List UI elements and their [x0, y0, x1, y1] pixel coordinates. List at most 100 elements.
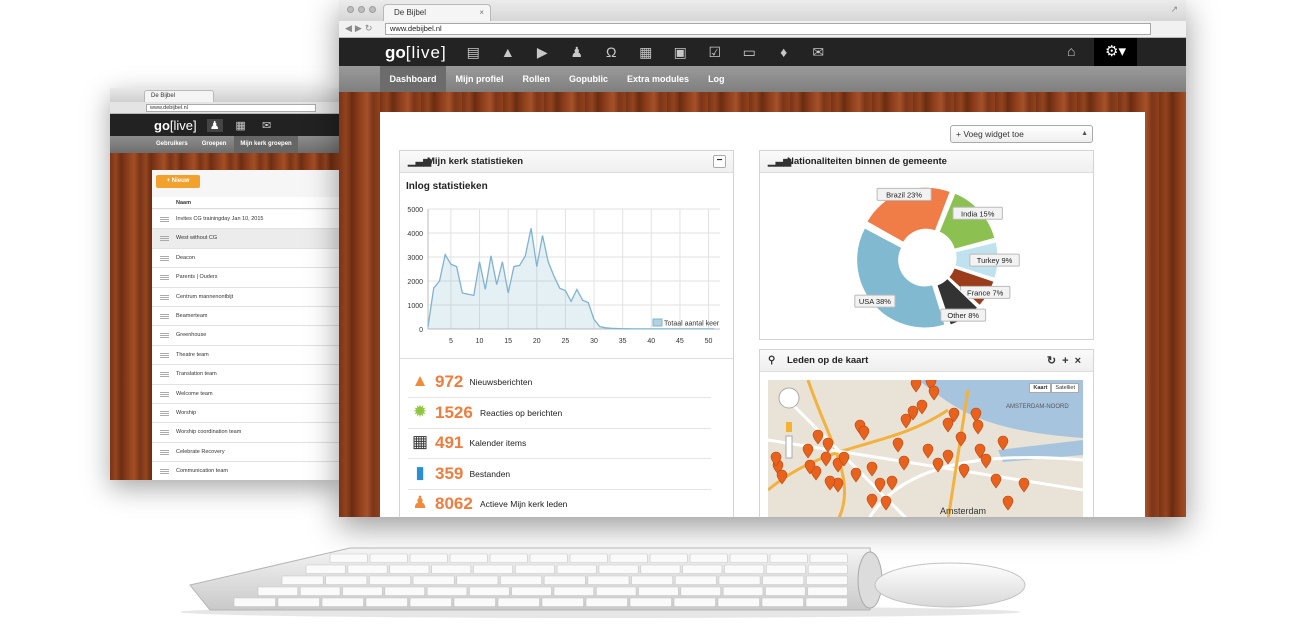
settings-gear-icon[interactable]: ⚙▾ — [1094, 38, 1137, 66]
map-pin-icon[interactable] — [916, 399, 928, 415]
drag-handle-icon[interactable] — [160, 217, 169, 222]
subnav-dashboard[interactable]: Dashboard — [380, 66, 447, 92]
close-icon[interactable]: × — [1075, 355, 1087, 367]
map-pin-icon[interactable] — [997, 435, 1009, 451]
refresh-icon[interactable]: ↻ — [1047, 355, 1062, 367]
headphones-icon[interactable]: Ω — [594, 42, 629, 62]
picture-icon[interactable]: ▣ — [663, 42, 698, 62]
members-map[interactable]: AMSTERDAM-NOORD Amsterdam Kaart Satelliet — [768, 380, 1083, 517]
map-pin-icon[interactable] — [866, 493, 878, 509]
group-row[interactable]: Worship — [152, 403, 340, 424]
drag-handle-icon[interactable] — [160, 410, 169, 416]
book-icon[interactable]: ▤ — [456, 42, 491, 62]
drag-handle-icon[interactable] — [160, 236, 169, 242]
group-row[interactable]: Centrum mannenontbijt — [152, 287, 340, 307]
map-pin-icon[interactable] — [812, 429, 824, 445]
map-pin-icon[interactable] — [898, 455, 910, 471]
back-tab[interactable]: De Bijbel — [144, 90, 214, 102]
front-logo[interactable]: go[live] — [385, 43, 447, 63]
map-pin-icon[interactable] — [850, 467, 862, 483]
group-row[interactable]: Worship coordination team — [152, 423, 340, 443]
front-tab[interactable]: De Bijbel × — [383, 4, 491, 21]
back-logo[interactable]: go[live] — [154, 118, 197, 133]
drag-handle-icon[interactable] — [160, 294, 169, 300]
map-pin-icon[interactable] — [980, 453, 992, 469]
map-pin-icon[interactable] — [900, 413, 912, 429]
map-pin-icon[interactable] — [820, 451, 832, 467]
map-pin-icon[interactable] — [886, 475, 898, 491]
close-tab-icon[interactable]: × — [479, 5, 484, 20]
calendar-icon[interactable]: ▦ — [233, 119, 249, 132]
subnav-gopublic[interactable]: Gopublic — [560, 66, 618, 92]
map-pin-icon[interactable] — [892, 437, 904, 453]
map-pin-icon[interactable] — [942, 417, 954, 433]
group-row[interactable]: Parents | Ouders — [152, 268, 340, 288]
map-pin-icon[interactable] — [972, 419, 984, 435]
name-column-header[interactable]: Naam — [152, 197, 340, 209]
back-url-field[interactable]: www.debijbel.nl — [146, 104, 316, 112]
group-row[interactable]: Beamerteam — [152, 306, 340, 327]
window-controls[interactable] — [347, 6, 376, 13]
group-row[interactable]: Welcome team — [152, 384, 340, 404]
street-view-icon[interactable] — [786, 422, 792, 432]
map-pin-icon[interactable] — [1002, 495, 1014, 511]
group-row[interactable]: Theatre team — [152, 345, 340, 366]
fullscreen-icon[interactable]: ↗ — [1170, 4, 1178, 15]
map-pin-icon[interactable] — [802, 443, 814, 459]
map-pin-icon[interactable] — [858, 425, 870, 441]
map-pin-icon[interactable] — [990, 473, 1002, 489]
drag-handle-icon[interactable] — [160, 430, 169, 436]
map-pin-icon[interactable] — [922, 443, 934, 459]
history-arrows-icon[interactable]: ◀▶↻ — [345, 23, 375, 34]
map-type-kaart[interactable]: Kaart — [1029, 383, 1052, 393]
map-pin-icon[interactable] — [866, 461, 878, 477]
map-pin-icon[interactable] — [958, 463, 970, 479]
group-row[interactable]: Translation team — [152, 365, 340, 385]
mail-icon[interactable]: ✉ — [801, 42, 836, 62]
map-type-satelliet[interactable]: Satelliet — [1051, 383, 1079, 393]
drag-handle-icon[interactable] — [160, 313, 169, 319]
mail-icon[interactable]: ✉ — [259, 119, 275, 132]
map-pin-icon[interactable] — [942, 449, 954, 465]
group-row[interactable]: Invites CG trainingday Jan 10, 2015 — [152, 210, 340, 230]
group-row[interactable]: Communication team — [152, 462, 340, 480]
checkbox-icon[interactable]: ☑ — [698, 42, 733, 62]
new-group-button[interactable]: + Nieuw — [156, 175, 200, 188]
subnav-gebruikers[interactable]: Gebruikers — [150, 136, 194, 153]
group-row[interactable]: Celebrate Recovery — [152, 442, 340, 463]
drag-handle-icon[interactable] — [160, 333, 169, 339]
zoom-control[interactable] — [785, 435, 793, 459]
map-pin-icon[interactable] — [970, 407, 982, 423]
drag-handle-icon[interactable] — [160, 352, 169, 358]
front-url-field[interactable]: www.debijbel.nl — [385, 23, 1151, 35]
video-icon[interactable]: ▶ — [525, 42, 560, 62]
megaphone-icon[interactable]: ▲ — [491, 42, 526, 62]
drag-handle-icon[interactable] — [160, 275, 169, 281]
subnav-rollen[interactable]: Rollen — [513, 66, 560, 92]
subnav-mijn-kerk-groepen[interactable]: Mijn kerk groepen — [234, 136, 298, 153]
group-row[interactable]: Greenhouse — [152, 326, 340, 346]
map-pin-icon[interactable] — [880, 495, 892, 511]
subnav-groepen[interactable]: Groepen — [196, 136, 233, 153]
drag-handle-icon[interactable] — [160, 372, 169, 378]
pan-control[interactable] — [778, 387, 800, 409]
group-row[interactable]: West without CG — [152, 229, 340, 249]
subnav-log[interactable]: Log — [699, 66, 735, 92]
collapse-button[interactable]: − — [713, 155, 726, 168]
drag-handle-icon[interactable] — [160, 391, 169, 397]
add-widget-select[interactable]: + Voeg widget toe ▲ — [950, 125, 1093, 143]
map-canvas[interactable]: AMSTERDAM-NOORD Amsterdam — [768, 380, 1083, 517]
inbox-icon[interactable]: ▭ — [732, 42, 767, 62]
map-pin-icon[interactable] — [955, 431, 967, 447]
calendar-icon[interactable]: ▦ — [629, 42, 664, 62]
subnav-mijn-profiel[interactable]: Mijn profiel — [446, 66, 513, 92]
drag-handle-icon[interactable] — [160, 255, 169, 261]
drag-handle-icon[interactable] — [160, 469, 169, 475]
map-pin-icon[interactable] — [1018, 477, 1030, 493]
subnav-extra-modules[interactable]: Extra modules — [618, 66, 699, 92]
map-pin-icon[interactable] — [928, 385, 940, 401]
home-icon[interactable]: ⌂ — [1067, 43, 1075, 59]
map-pin-icon[interactable] — [824, 475, 836, 491]
drag-handle-icon[interactable] — [160, 449, 169, 455]
map-pin-icon[interactable] — [910, 380, 922, 393]
